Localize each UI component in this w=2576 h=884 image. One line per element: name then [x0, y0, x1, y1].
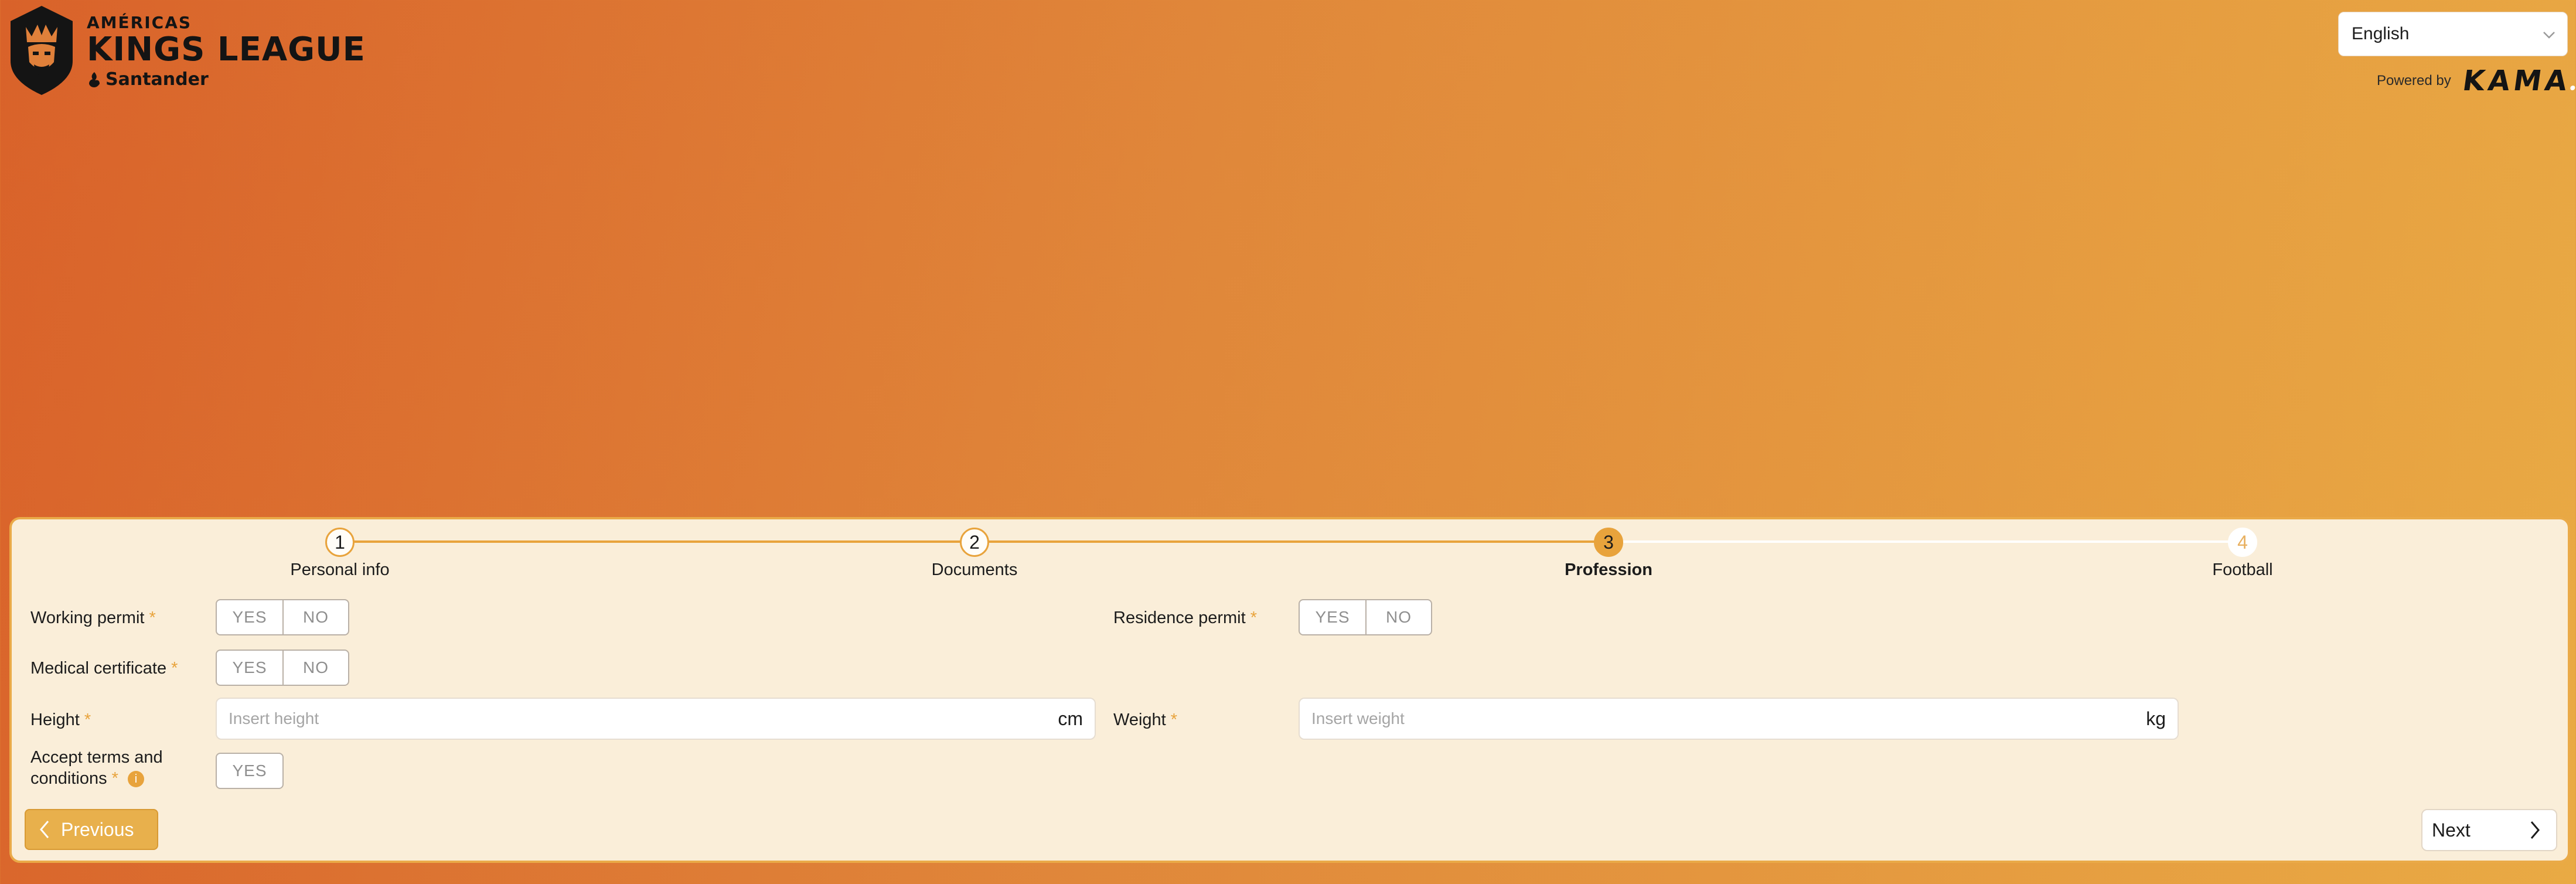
required-marker: * [1170, 710, 1178, 729]
kama-logo-text: KAMA [2460, 64, 2572, 97]
chevron-right-icon [2530, 821, 2540, 839]
medical-certificate-yes-button[interactable]: YES [217, 651, 282, 685]
medical-certificate-no-button[interactable]: NO [282, 651, 348, 685]
language-selected-value: English [2352, 24, 2410, 43]
residence-permit-label-text: Residence permit [1113, 608, 1246, 627]
info-icon[interactable]: i [128, 771, 145, 788]
working-permit-label-text: Working permit [30, 608, 145, 627]
form-stepper: 1 Personal info 2 Documents 3 Profession… [12, 519, 2568, 584]
stepper-remaining-line [1606, 540, 2240, 543]
registration-form-card: 1 Personal info 2 Documents 3 Profession… [9, 517, 2570, 863]
weight-input[interactable]: Insert weight kg [1299, 698, 2179, 740]
terms-yes-button[interactable]: YES [217, 754, 282, 788]
required-marker: * [1250, 608, 1258, 627]
required-marker: * [171, 659, 178, 678]
medical-certificate-toggle: YES NO [216, 650, 349, 686]
working-permit-label: Working permit * [30, 607, 156, 628]
chevron-left-icon [40, 821, 49, 838]
step-2-label: Documents [931, 560, 1018, 579]
kama-dot [2570, 86, 2575, 90]
medical-certificate-label: Medical certificate * [30, 658, 178, 679]
terms-label-line2: conditions [30, 769, 107, 788]
weight-unit: kg [2146, 708, 2166, 729]
residence-permit-toggle: YES NO [1299, 599, 1432, 635]
weight-label: Weight * [1113, 709, 1177, 730]
required-marker: * [84, 710, 91, 729]
next-button-label: Next [2432, 819, 2471, 841]
brand-region: AMÉRICAS [87, 13, 192, 32]
terms-label-line1: Accept terms and [30, 748, 163, 767]
previous-button[interactable]: Previous [25, 809, 158, 850]
sponsor-name: Santander [105, 69, 209, 90]
terms-toggle: YES [216, 753, 284, 789]
step-4-circle[interactable]: 4 [2228, 528, 2257, 557]
step-2-circle[interactable]: 2 [960, 528, 989, 557]
crowned-king-shield-icon [11, 6, 73, 95]
terms-label: Accept terms and conditions * i [30, 747, 163, 789]
kings-league-logo: AMÉRICAS KINGS LEAGUE Santander [7, 4, 366, 96]
height-placeholder: Insert height [229, 709, 319, 727]
working-permit-no-button[interactable]: NO [282, 600, 348, 634]
height-input[interactable]: Insert height cm [216, 698, 1096, 740]
required-marker: * [111, 769, 118, 788]
chevron-down-icon [2543, 32, 2555, 39]
weight-placeholder: Insert weight [1311, 709, 1405, 727]
step-3-label: Profession [1565, 560, 1652, 579]
required-marker: * [149, 608, 156, 627]
step-3-circle[interactable]: 3 [1594, 528, 1623, 557]
kama-logo: KAMA [2461, 64, 2576, 97]
santander-flame-icon [89, 72, 100, 87]
weight-label-text: Weight [1113, 710, 1166, 729]
working-permit-yes-button[interactable]: YES [217, 600, 282, 634]
residence-permit-yes-button[interactable]: YES [1300, 600, 1365, 634]
powered-by-label: Powered by [2377, 73, 2451, 89]
height-label: Height * [30, 709, 91, 730]
previous-button-label: Previous [61, 818, 134, 840]
step-1-label: Personal info [290, 560, 390, 579]
medical-certificate-label-text: Medical certificate [30, 659, 167, 678]
language-select[interactable]: English [2338, 12, 2568, 56]
working-permit-toggle: YES NO [216, 599, 349, 635]
height-label-text: Height [30, 710, 80, 729]
brand-name: KINGS LEAGUE [87, 30, 366, 69]
height-unit: cm [1058, 708, 1083, 729]
sponsor: Santander [87, 69, 366, 90]
step-1-circle[interactable]: 1 [325, 528, 355, 557]
step-4-label: Football [2212, 560, 2273, 579]
residence-permit-no-button[interactable]: NO [1365, 600, 1431, 634]
residence-permit-label: Residence permit * [1113, 607, 1257, 628]
next-button[interactable]: Next [2421, 809, 2557, 851]
powered-by: Powered by KAMA [2377, 64, 2576, 97]
